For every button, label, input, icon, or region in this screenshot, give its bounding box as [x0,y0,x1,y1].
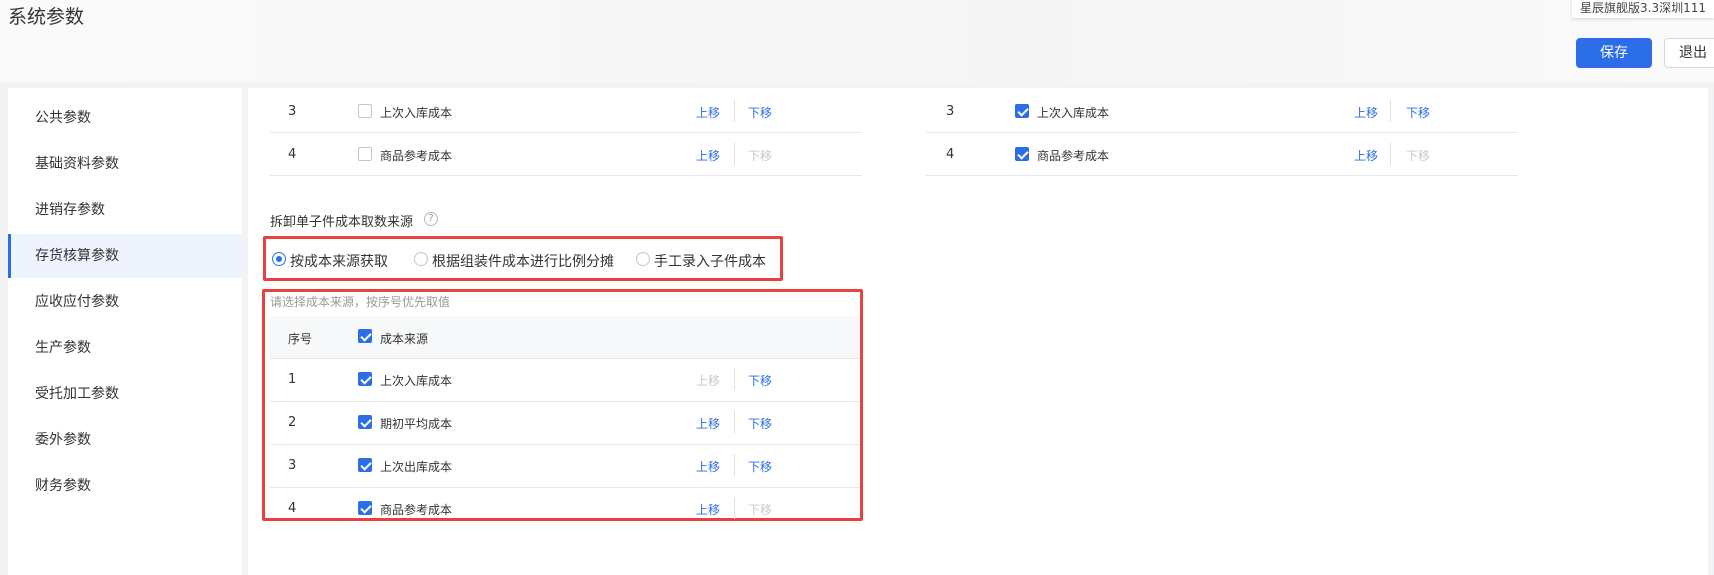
divider [270,358,860,359]
row-label: 上次出库成本 [380,460,453,474]
sidebar-item-entrusted-processing[interactable]: 受托加工参数 [8,372,242,416]
radio-proportional-allocation[interactable] [414,252,428,266]
move-down-link[interactable]: 下移 [748,415,772,432]
move-up-link[interactable]: 上移 [1354,147,1378,164]
row-seq: 3 [288,458,297,473]
row-seq: 4 [288,147,297,162]
divider [270,132,862,133]
row-label: 商品参考成本 [1037,149,1110,163]
sidebar-item-purchase-sales-inventory[interactable]: 进销存参数 [8,188,242,232]
row-checkbox[interactable] [358,372,372,386]
divider [926,132,1518,133]
move-down-link[interactable]: 下移 [748,372,772,389]
row-checkbox[interactable] [358,104,372,118]
row-seq: 2 [288,415,297,430]
move-up-link[interactable]: 上移 [696,415,720,432]
row-seq: 3 [946,104,955,119]
sidebar-item-public[interactable]: 公共参数 [8,96,242,140]
move-up-link[interactable]: 上移 [696,104,720,121]
radio-label: 按成本来源获取 [290,254,388,270]
sidebar-item-outsourcing[interactable]: 委外参数 [8,418,242,462]
page-title: 系统参数 [8,6,85,28]
question-circle-icon[interactable]: ? [424,212,438,226]
sidebar: 公共参数 基础资料参数 进销存参数 存货核算参数 应收应付参数 生产参数 受托加… [8,88,242,575]
sidebar-item-inventory-costing[interactable]: 存货核算参数 [8,234,242,278]
row-checkbox[interactable] [358,147,372,161]
row-seq: 4 [288,501,297,516]
move-up-link[interactable]: 上移 [696,501,720,518]
radio-label: 根据组装件成本进行比例分摊 [432,254,614,270]
divider [734,411,735,433]
save-button[interactable]: 保存 [1576,38,1652,68]
divider [1390,143,1391,165]
radio-by-cost-source[interactable] [272,252,286,266]
move-up-link: 上移 [696,374,721,388]
row-checkbox[interactable] [1015,104,1029,118]
move-down-link: 下移 [1406,149,1431,163]
top-bar: 系统参数 星辰旗舰版3.3深圳111 保存 退出 [0,0,1714,82]
divider [734,497,735,519]
sidebar-item-production[interactable]: 生产参数 [8,326,242,370]
move-up-link[interactable]: 上移 [1354,104,1378,121]
divider [1390,100,1391,122]
select-all-checkbox[interactable] [358,329,372,343]
divider [734,143,735,165]
row-checkbox[interactable] [1015,147,1029,161]
row-label: 上次入库成本 [1037,106,1110,120]
column-header-cost-source: 成本来源 [380,332,429,346]
disassembly-cost-source-title: 拆卸单子件成本取数来源 [270,215,414,230]
row-checkbox[interactable] [358,458,372,472]
row-label: 商品参考成本 [380,149,453,163]
column-header-seq: 序号 [288,332,313,346]
divider [734,100,735,122]
divider [270,401,860,402]
row-label: 商品参考成本 [380,503,453,517]
sidebar-item-receivable-payable[interactable]: 应收应付参数 [8,280,242,324]
row-seq: 3 [288,104,297,119]
move-down-link: 下移 [748,503,773,517]
account-badge[interactable]: 星辰旗舰版3.3深圳111 [1572,0,1714,18]
divider [734,368,735,390]
divider [926,175,1518,176]
move-up-link[interactable]: 上移 [696,147,720,164]
move-down-link[interactable]: 下移 [1406,104,1430,121]
move-up-link[interactable]: 上移 [696,458,720,475]
radio-label: 手工录入子件成本 [654,254,766,270]
radio-manual-entry[interactable] [636,252,650,266]
divider [734,454,735,476]
row-checkbox[interactable] [358,501,372,515]
cost-source-hint: 请选择成本来源，按序号优先取值 [270,295,451,309]
sidebar-item-basic-data[interactable]: 基础资料参数 [8,142,242,186]
row-label: 上次入库成本 [380,106,453,120]
row-label: 上次入库成本 [380,374,453,388]
row-label: 期初平均成本 [380,417,453,431]
move-down-link: 下移 [748,149,773,163]
sidebar-item-finance[interactable]: 财务参数 [8,464,242,508]
move-down-link[interactable]: 下移 [748,104,772,121]
divider [270,444,860,445]
exit-button[interactable]: 退出 [1664,38,1714,68]
row-seq: 4 [946,147,955,162]
row-seq: 1 [288,372,297,387]
divider [270,487,860,488]
main-panel: 3 上次入库成本 上移 下移 4 商品参考成本 上移 下移 3 上次入库成本 上… [248,88,1708,575]
move-down-link[interactable]: 下移 [748,458,772,475]
row-checkbox[interactable] [358,415,372,429]
divider [270,175,862,176]
